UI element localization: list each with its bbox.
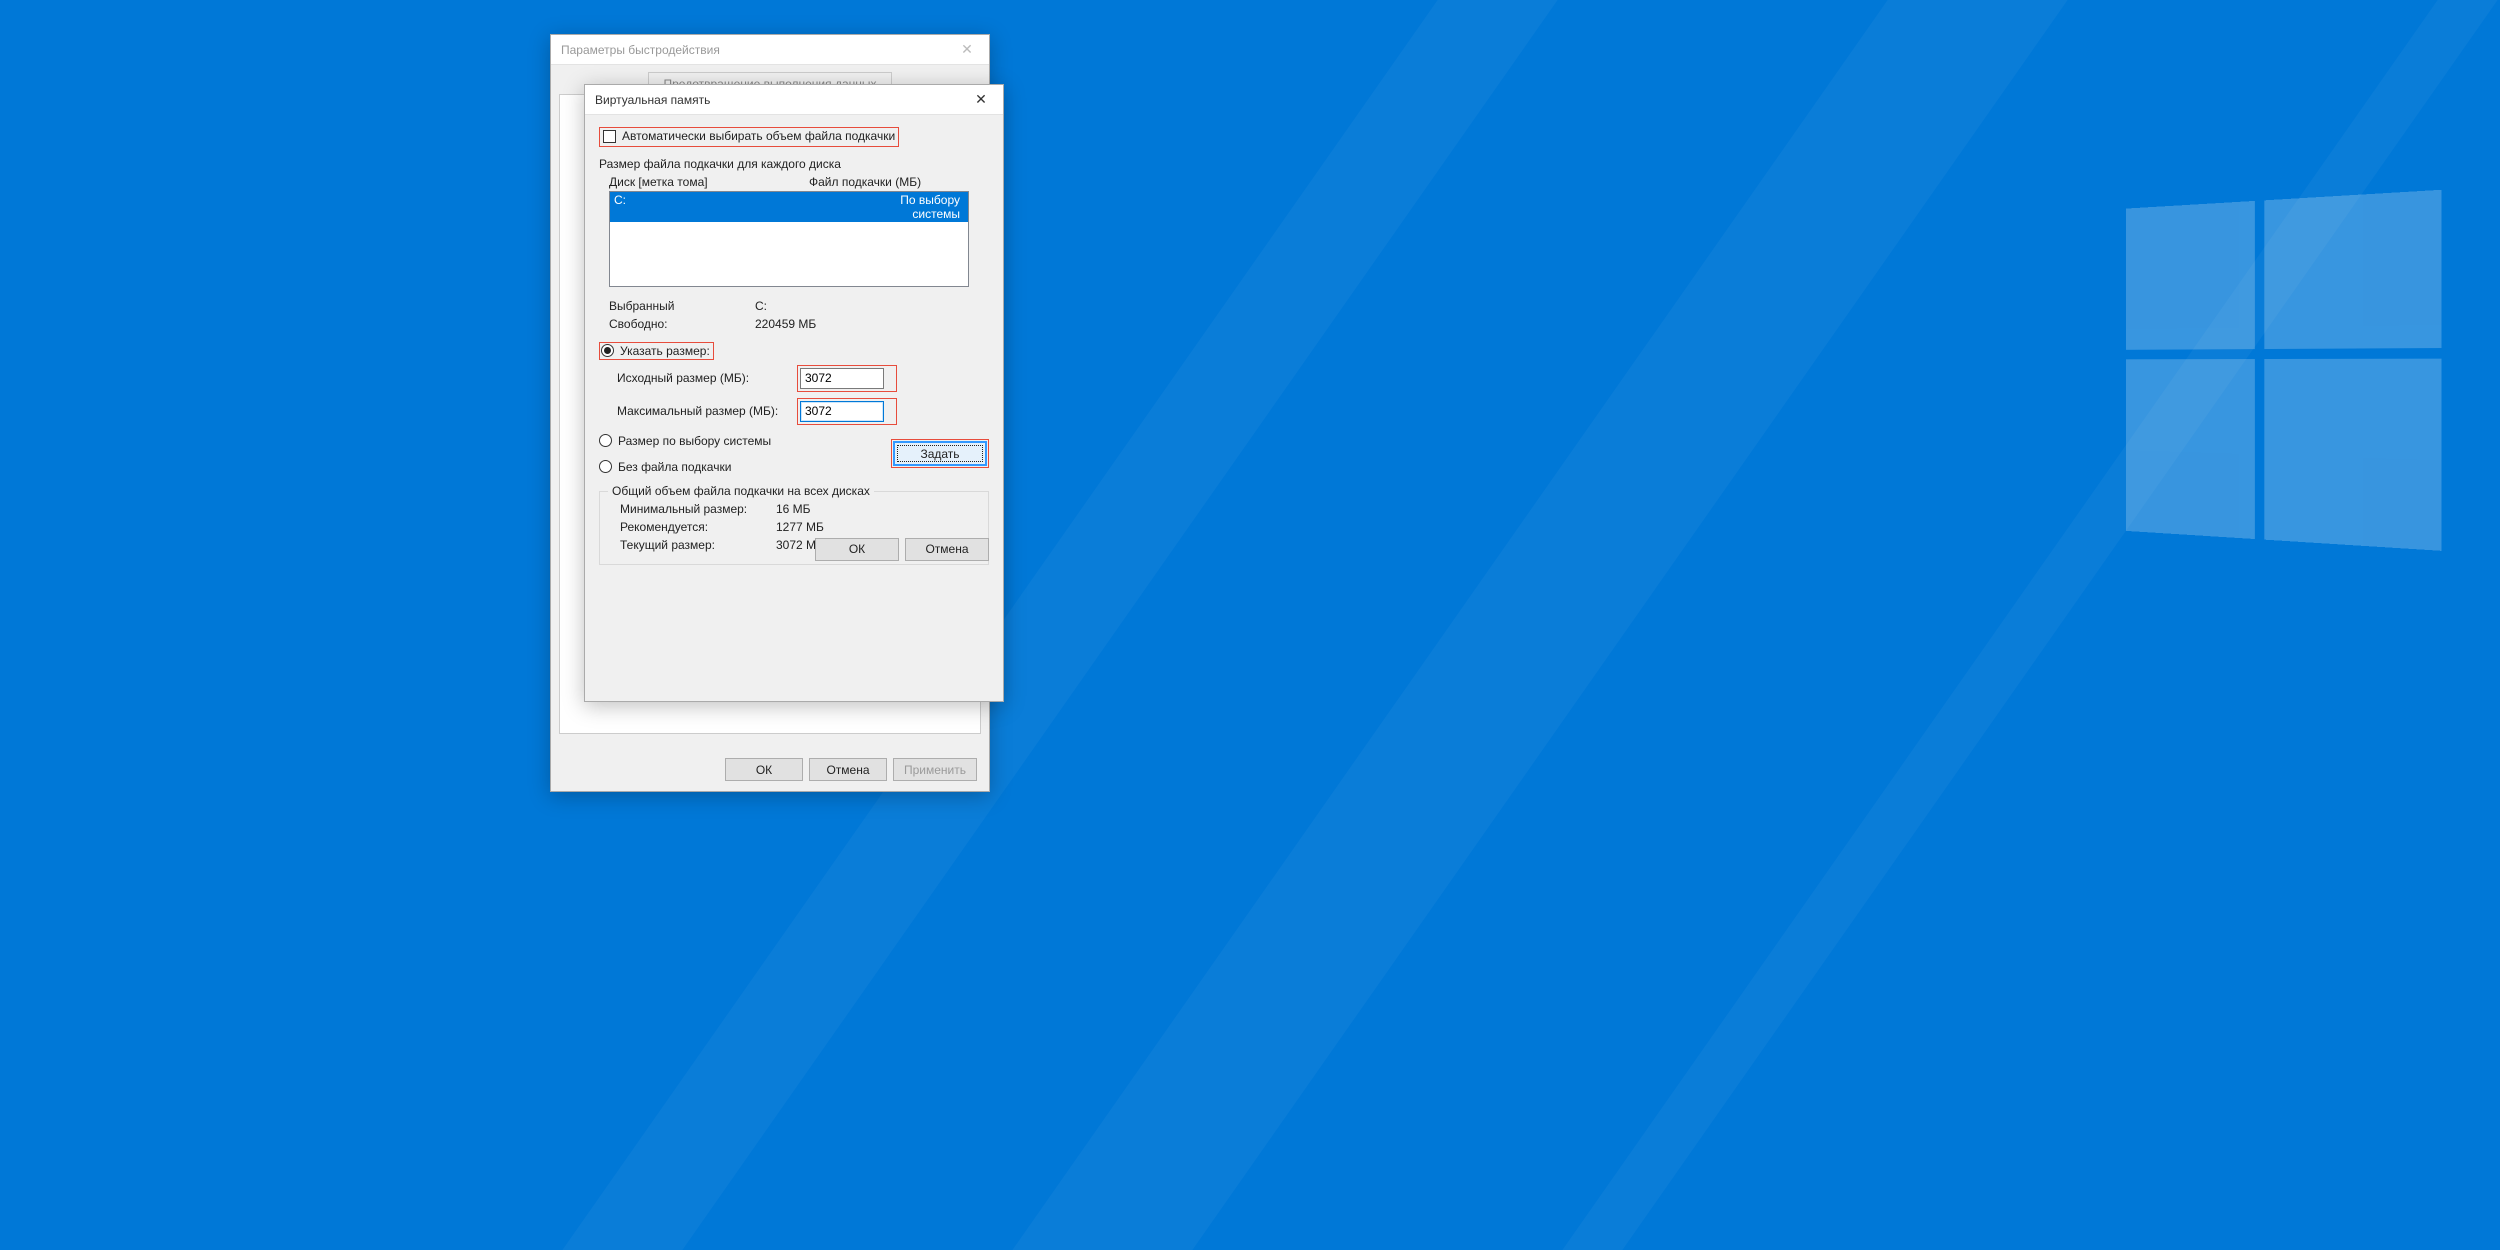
min-row: Минимальный размер: 16 МБ: [620, 500, 978, 518]
performance-titlebar: Параметры быстродействия ✕: [551, 35, 989, 65]
close-icon[interactable]: ✕: [969, 91, 993, 108]
radio-none-label: Без файла подкачки: [618, 460, 731, 474]
selected-label: Выбранный: [609, 299, 755, 313]
vm-titlebar: Виртуальная память ✕: [585, 85, 1003, 115]
rec-value: 1277 МБ: [776, 520, 824, 534]
drive-list[interactable]: C: По выбору системы: [609, 191, 969, 287]
cur-label: Текущий размер:: [620, 538, 776, 552]
virtual-memory-window: Виртуальная память ✕ Автоматически выбир…: [584, 84, 1004, 702]
perf-footer: ОК Отмена Применить: [725, 758, 977, 781]
perf-apply-button[interactable]: Применить: [893, 758, 977, 781]
radio-custom-label: Указать размер:: [620, 344, 710, 358]
rec-label: Рекомендуется:: [620, 520, 776, 534]
close-icon[interactable]: ✕: [955, 41, 979, 58]
drive-row[interactable]: C: По выбору системы: [610, 192, 968, 222]
set-button[interactable]: Задать: [894, 442, 986, 465]
min-label: Минимальный размер:: [620, 502, 776, 516]
radio-on-icon: [601, 344, 614, 357]
vm-ok-button[interactable]: ОК: [815, 538, 899, 561]
drive-header: Диск [метка тома]: [609, 175, 809, 189]
max-size-label: Максимальный размер (МБ):: [617, 404, 797, 418]
vm-footer: ОК Отмена: [815, 538, 989, 561]
total-group-legend: Общий объем файла подкачки на всех диска…: [608, 484, 874, 498]
hl-set-button: Задать: [891, 439, 989, 468]
checkbox-icon: [603, 130, 616, 143]
auto-manage-label: Автоматически выбирать объем файла подка…: [622, 129, 895, 143]
drive-list-header: Диск [метка тома] Файл подкачки (МБ): [609, 175, 969, 189]
perf-ok-button[interactable]: ОК: [725, 758, 803, 781]
max-size-input[interactable]: [800, 401, 884, 422]
set-area: Размер по выбору системы Без файла подка…: [599, 431, 989, 477]
radio-custom-row[interactable]: Указать размер:: [599, 339, 989, 363]
selected-value: C:: [755, 299, 767, 313]
vm-cancel-button[interactable]: Отмена: [905, 538, 989, 561]
drive-letter: C:: [614, 193, 852, 221]
initial-size-label: Исходный размер (МБ):: [617, 371, 797, 385]
min-value: 16 МБ: [776, 502, 811, 516]
free-space-row: Свободно: 220459 МБ: [609, 315, 989, 333]
radio-system-row[interactable]: Размер по выбору системы: [599, 431, 771, 451]
free-label: Свободно:: [609, 317, 755, 331]
perf-cancel-button[interactable]: Отмена: [809, 758, 887, 781]
free-value: 220459 МБ: [755, 317, 816, 331]
auto-manage-checkbox[interactable]: Автоматически выбирать объем файла подка…: [600, 128, 898, 144]
vm-content: Автоматически выбирать объем файла подка…: [585, 115, 1003, 573]
performance-title: Параметры быстродействия: [561, 43, 720, 57]
vm-title: Виртуальная память: [595, 93, 710, 107]
initial-size-input[interactable]: [800, 368, 884, 389]
selected-drive-row: Выбранный C:: [609, 297, 989, 315]
hl-initial-input: [797, 365, 897, 392]
rec-row: Рекомендуется: 1277 МБ: [620, 518, 978, 536]
windows-logo: [2126, 190, 2431, 539]
size-grid: Исходный размер (МБ): Максимальный разме…: [617, 365, 989, 425]
radio-system-label: Размер по выбору системы: [618, 434, 771, 448]
radio-off-icon: [599, 460, 612, 473]
radio-none-row[interactable]: Без файла подкачки: [599, 457, 771, 477]
drive-pf-value: По выбору системы: [852, 193, 964, 221]
size-per-drive-label: Размер файла подкачки для каждого диска: [599, 157, 989, 171]
hl-max-input: [797, 398, 897, 425]
pagefile-header: Файл подкачки (МБ): [809, 175, 921, 189]
radio-off-icon: [599, 434, 612, 447]
hl-auto-checkbox: Автоматически выбирать объем файла подка…: [599, 127, 899, 147]
